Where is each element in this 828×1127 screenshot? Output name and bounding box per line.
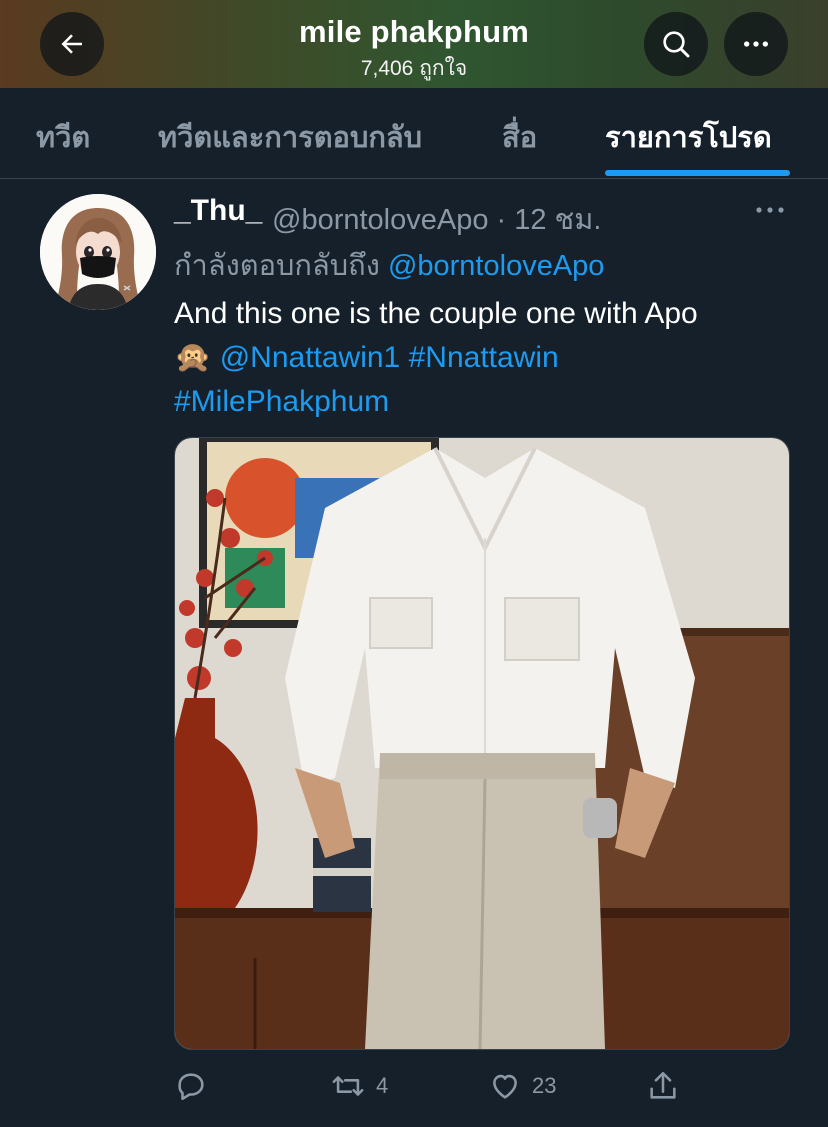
reply-icon: [178, 1073, 204, 1101]
retweet-count: 4: [376, 1073, 389, 1098]
profile-tabs: ทวีต ทวีตและการตอบกลับ สื่อ รายการโปรด: [0, 88, 828, 179]
share-button[interactable]: [646, 1066, 680, 1106]
search-button[interactable]: [644, 12, 708, 76]
mention-link[interactable]: @Nnattawin1: [220, 341, 401, 374]
search-icon: [663, 31, 690, 58]
tweet-more-button[interactable]: [752, 196, 788, 224]
retweet-button[interactable]: 4: [330, 1066, 388, 1106]
tweet-text: And this one is the couple one with Apo …: [174, 292, 794, 424]
tweet-handle-time[interactable]: @borntoloveApo · 12 ชม.: [272, 196, 601, 242]
more-horizontal-icon: [756, 207, 784, 213]
tweet-media-image[interactable]: [174, 437, 790, 1050]
like-button[interactable]: 23: [488, 1066, 556, 1106]
reply-button[interactable]: [174, 1066, 208, 1106]
active-tab-indicator: [605, 170, 790, 176]
avatar-illustration: [40, 194, 156, 310]
tab-tweets-replies[interactable]: ทวีตและการตอบกลับ: [158, 114, 422, 160]
tweet-display-name[interactable]: _Thu_: [174, 194, 262, 228]
hashtag-link[interactable]: #MilePhakphum: [174, 385, 389, 418]
tweet-text-line: And this one is the couple one with Apo: [174, 297, 698, 330]
like-count: 23: [532, 1073, 557, 1098]
reply-mention-link[interactable]: @borntoloveApo: [388, 250, 604, 282]
retweet-icon: [332, 1076, 364, 1096]
tab-media[interactable]: สื่อ: [502, 114, 537, 160]
tab-likes[interactable]: รายการโปรด: [605, 114, 772, 160]
replying-to-label: กำลังตอบกลับถึง: [174, 250, 380, 282]
replying-to: กำลังตอบกลับถึง @borntoloveApo: [174, 242, 604, 288]
more-button[interactable]: [724, 12, 788, 76]
photo-illustration: [175, 438, 789, 1049]
more-horizontal-icon: [744, 41, 768, 47]
profile-header: mile phakphum 7,406 ถูกใจ: [0, 0, 828, 88]
heart-icon: [493, 1074, 517, 1099]
avatar[interactable]: [40, 194, 156, 310]
hashtag-link[interactable]: #Nnattawin: [409, 341, 559, 374]
tab-tweets[interactable]: ทวีต: [36, 114, 90, 160]
see-no-evil-monkey-emoji: 🙊: [174, 341, 212, 374]
share-icon: [650, 1071, 676, 1099]
